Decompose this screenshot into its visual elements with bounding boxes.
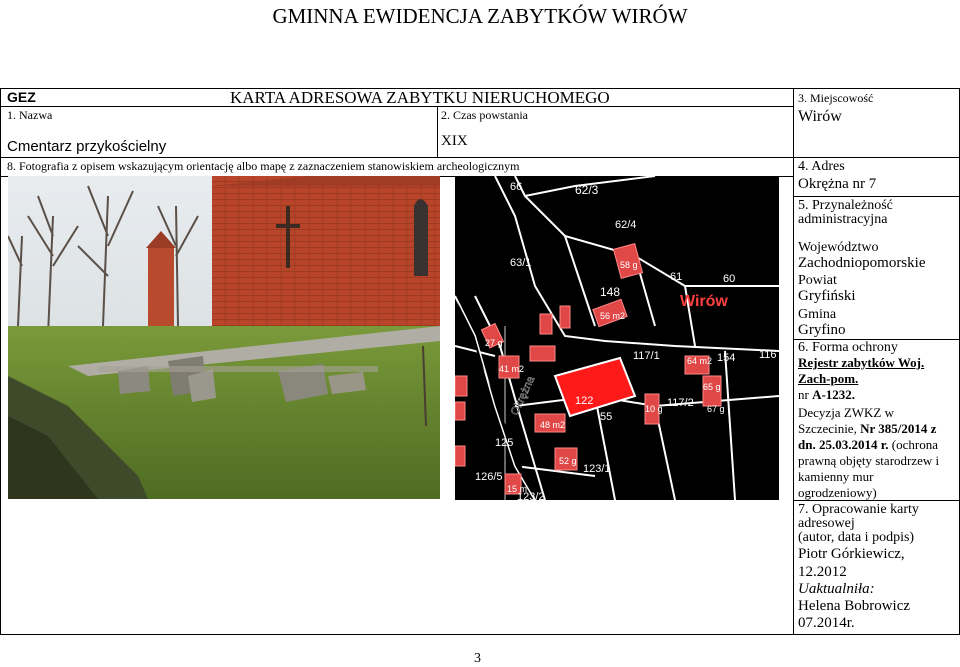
field-date-label: 2. Czas powstania	[441, 108, 528, 122]
map-label: 125	[495, 437, 513, 449]
protection-decision-number: Szczecinie, Nr 385/2014 z	[798, 421, 937, 436]
map-label: 62/3	[575, 183, 599, 197]
card-code: GEZ	[7, 89, 36, 105]
map-label: 154	[717, 352, 735, 364]
map-label: 27 g	[485, 338, 503, 348]
field-locality-label: 3. Miejscowość	[798, 91, 874, 105]
card-title: KARTA ADRESOWA ZABYTKU NIERUCHOMEGO	[230, 88, 610, 107]
author-date: 12.2012	[798, 564, 847, 580]
map-label: 123/2	[517, 491, 545, 500]
map-label: 58 g	[620, 260, 638, 270]
map-label: 67 g	[707, 404, 725, 414]
author-name: Piotr Górkiewicz,	[798, 546, 905, 562]
field-photo-label: 8. Fotografia z opisem wskazującym orien…	[7, 159, 520, 173]
field-locality-value: Wirów	[798, 108, 842, 125]
map-label: 55	[600, 411, 612, 423]
map-label: 126/5	[475, 471, 503, 483]
map-label: 48 m2	[540, 420, 565, 430]
commune-label: Gmina	[798, 307, 837, 322]
map-label: 65 g	[703, 382, 721, 392]
map-label: Wirów	[680, 293, 728, 310]
map-label: 60	[723, 273, 735, 285]
map-label: 123/1	[583, 463, 611, 475]
map-label: 66	[510, 181, 522, 193]
map-label: 41 m2	[499, 364, 524, 374]
protection-register: Rejestr zabytków Woj.	[798, 355, 925, 370]
field-address-label: 4. Adres	[798, 159, 845, 174]
map-label: 52 g	[559, 456, 577, 466]
map-label: 63/1	[510, 257, 531, 269]
field-author-label-3: (autor, data i podpis)	[798, 530, 915, 545]
updated-label: Uaktualniła:	[798, 581, 875, 597]
map-label: 64 m2	[687, 356, 712, 366]
map-label: 122	[575, 395, 593, 407]
page-title: GMINNA EWIDENCJA ZABYTKÓW WIRÓW	[272, 4, 688, 28]
protection-note-1: prawną objęty starodrzew i	[798, 453, 940, 468]
commune-value: Gryfino	[798, 322, 846, 338]
page-number: 3	[474, 651, 481, 666]
voivodeship-label: Województwo	[798, 240, 879, 255]
protection-note-3: ogrodzeniowy)	[798, 485, 877, 500]
map-label: 10 g	[645, 404, 663, 414]
cemetery-photo	[8, 176, 440, 499]
protection-decision-date: dn. 25.03.2014 r. (ochrona	[798, 437, 938, 452]
county-value: Gryfiński	[798, 288, 856, 304]
voivodeship-value: Zachodniopomorskie	[798, 255, 926, 271]
map-label: 117/2	[667, 397, 694, 409]
protection-decision: Decyzja ZWKZ w	[798, 405, 895, 420]
map-label: 61	[670, 271, 682, 283]
field-name-label: 1. Nazwa	[7, 108, 53, 122]
updated-date: 07.2014r.	[798, 615, 855, 631]
protection-number: nr A-1232.	[798, 387, 856, 402]
field-admin-label-2: administracyjna	[798, 212, 888, 227]
field-name-value: Cmentarz przykościelny	[7, 138, 167, 155]
field-date-value: XIX	[441, 133, 468, 149]
map-label: 62/4	[615, 219, 636, 231]
updated-name: Helena Bobrowicz	[798, 598, 911, 614]
cadastral-map: 66 62/3 62/4 63/1 58 g 61 60 148 56 m2 Wirów 27 g 4…	[455, 176, 779, 500]
map-label: 56 m2	[600, 311, 625, 321]
protection-note-2: kamienny mur	[798, 469, 874, 484]
map-label: 148	[600, 285, 620, 299]
field-protection-label: 6. Forma ochrony	[798, 340, 898, 355]
county-label: Powiat	[798, 273, 837, 288]
protection-region: Zach-pom.	[798, 371, 859, 386]
map-label: 117/1	[633, 350, 660, 362]
map-label: 116	[759, 349, 777, 361]
field-address-value: Okrężna nr 7	[798, 176, 877, 192]
